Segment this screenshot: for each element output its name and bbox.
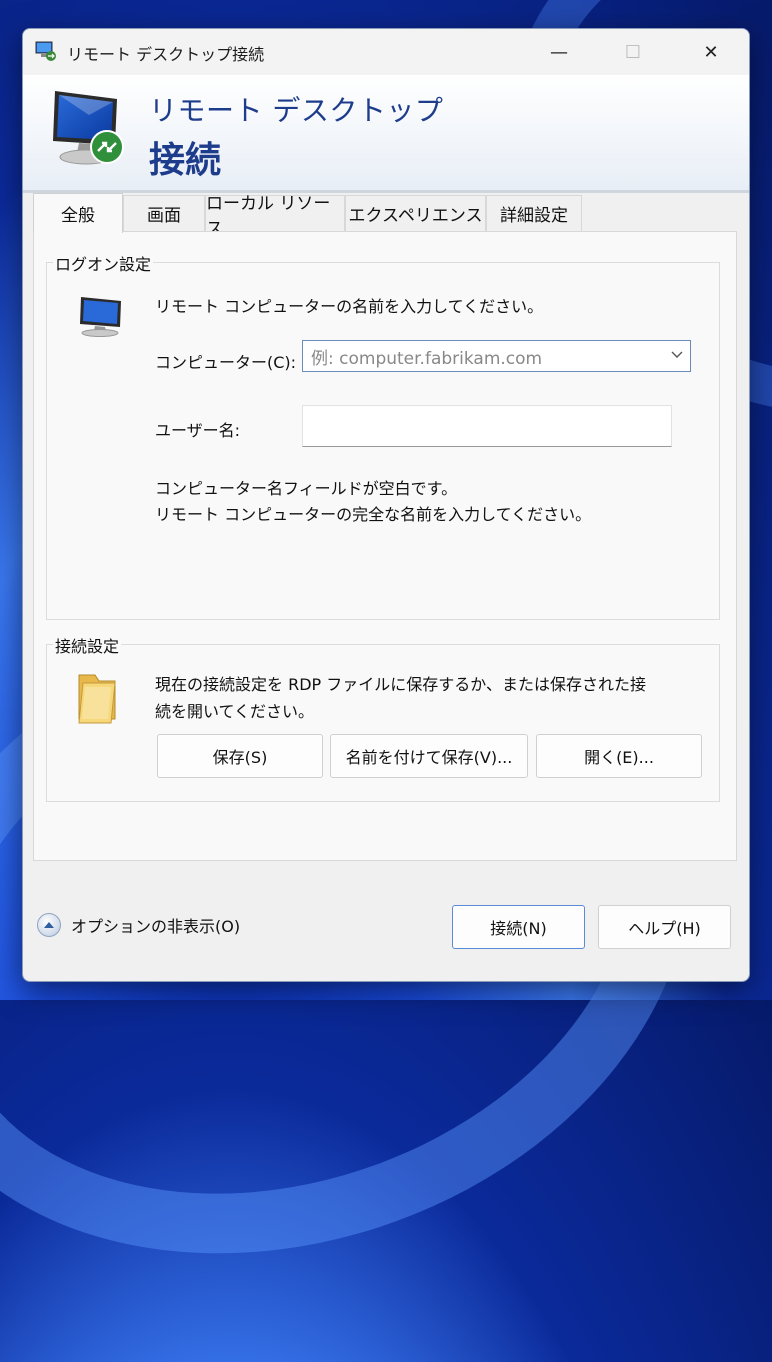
logon-instruction: リモート コンピューターの名前を入力してください。 bbox=[155, 297, 544, 316]
tab-local-resources[interactable]: ローカル リソース bbox=[205, 194, 345, 239]
tab-general[interactable]: 全般 bbox=[33, 193, 123, 233]
banner-title-line1: リモート デスクトップ bbox=[149, 94, 444, 127]
tab-experience[interactable]: エクスペリエンス bbox=[345, 195, 486, 231]
username-field[interactable] bbox=[302, 405, 672, 447]
warning-line1: コンピューター名フィールドが空白です。 bbox=[155, 479, 458, 498]
close-button[interactable]: ✕ bbox=[683, 29, 739, 75]
connection-settings-group: 接続設定 現在の接続設定を RDP ファイルに保存するか、または保存された接 続… bbox=[46, 633, 720, 802]
tab-advanced[interactable]: 詳細設定 bbox=[486, 195, 582, 231]
connect-button[interactable]: 接続(N) bbox=[452, 905, 585, 949]
banner: リモート デスクトップ 接続 bbox=[23, 75, 749, 193]
minimize-button[interactable]: — bbox=[531, 29, 587, 75]
remote-desktop-icon bbox=[53, 91, 124, 165]
banner-title-line2: 接続 bbox=[149, 140, 222, 181]
tab-display[interactable]: 画面 bbox=[123, 195, 205, 231]
connection-settings-label: 接続設定 bbox=[53, 633, 122, 657]
maximize-icon: ☐ bbox=[624, 41, 642, 63]
chevron-up-icon[interactable] bbox=[37, 913, 61, 937]
save-as-button[interactable]: 名前を付けて保存(V)... bbox=[330, 734, 528, 778]
computer-placeholder: 例: computer.fabrikam.com bbox=[311, 348, 543, 369]
save-button[interactable]: 保存(S) bbox=[157, 734, 323, 778]
title-bar[interactable]: リモート デスクトップ接続 — ☐ ✕ bbox=[23, 29, 749, 75]
maximize-button[interactable]: ☐ bbox=[605, 29, 661, 75]
folder-icon bbox=[78, 674, 116, 724]
computer-label: コンピューター(C): bbox=[155, 353, 297, 372]
window-title: リモート デスクトップ接続 bbox=[67, 45, 265, 64]
remote-desktop-icon bbox=[35, 41, 56, 61]
connection-description-line2: 続を開いてください。 bbox=[155, 702, 315, 721]
remote-desktop-window: リモート デスクトップ接続 — ☐ ✕ リモート デスクトップ 接続 全般 画面… bbox=[22, 28, 750, 982]
logon-settings-group: ログオン設定 リモート コンピューターの名前を入力してください。 コンピューター… bbox=[46, 251, 720, 620]
logon-settings-label: ログオン設定 bbox=[53, 251, 154, 275]
help-button[interactable]: ヘルプ(H) bbox=[598, 905, 731, 949]
hide-options-toggle[interactable]: オプションの非表示(O) bbox=[37, 913, 240, 937]
username-label: ユーザー名: bbox=[155, 421, 241, 440]
open-button[interactable]: 開く(E)... bbox=[536, 734, 702, 778]
computer-combobox[interactable]: 例: computer.fabrikam.com bbox=[302, 340, 691, 372]
chevron-down-icon[interactable] bbox=[670, 347, 684, 365]
minimize-icon: — bbox=[550, 41, 568, 63]
hide-options-label: オプションの非表示(O) bbox=[71, 917, 241, 936]
connection-description-line1: 現在の接続設定を RDP ファイルに保存するか、または保存された接 bbox=[155, 675, 646, 694]
close-icon: ✕ bbox=[703, 41, 719, 63]
computer-icon bbox=[80, 297, 121, 337]
warning-line2: リモート コンピューターの完全な名前を入力してください。 bbox=[155, 505, 592, 524]
general-tab-panel: ログオン設定 リモート コンピューターの名前を入力してください。 コンピューター… bbox=[33, 231, 737, 861]
